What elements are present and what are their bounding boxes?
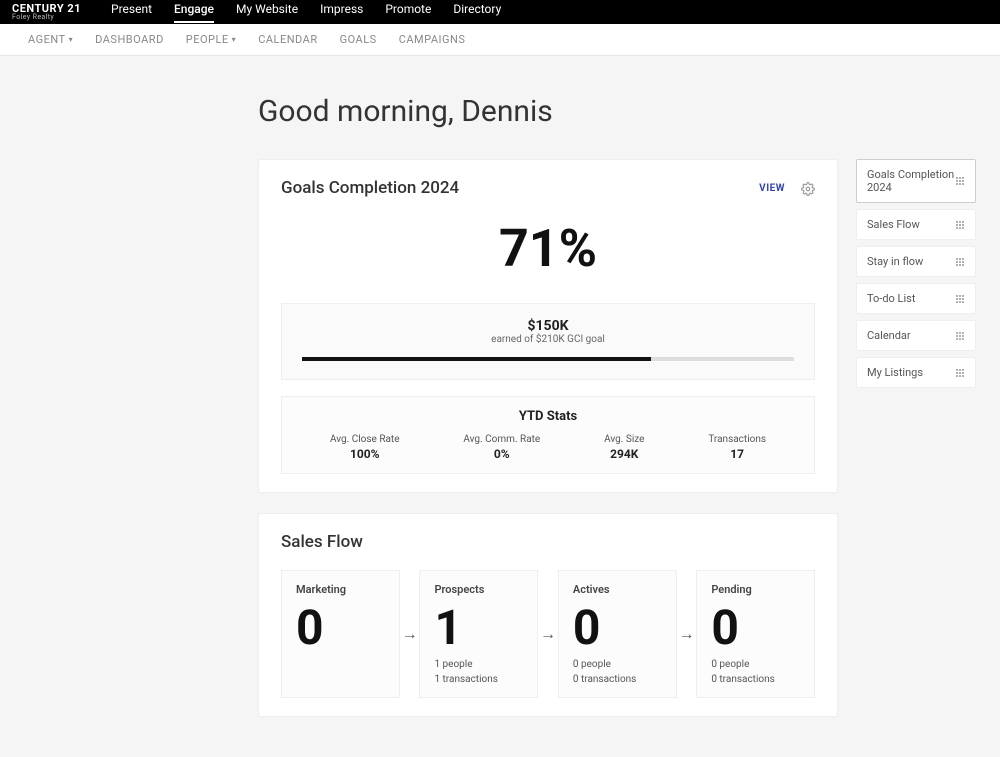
dashboard-layout: Goals Completion 2024 VIEW 71% $150K ear… xyxy=(0,159,1000,717)
view-button[interactable]: VIEW xyxy=(759,183,785,194)
sales-flow-title: Sales Flow xyxy=(281,532,815,552)
main-column: Goals Completion 2024 VIEW 71% $150K ear… xyxy=(258,159,838,717)
sidebar-item-label: Stay in flow xyxy=(867,255,923,268)
drag-handle-icon[interactable] xyxy=(955,331,965,341)
sidebar-item-label: Goals Completion 2024 xyxy=(867,168,955,194)
flow-prospects-sub1: 1 people xyxy=(434,659,523,670)
nav-engage[interactable]: Engage xyxy=(174,2,214,23)
drag-handle-icon[interactable] xyxy=(955,368,965,378)
ytd-close-rate: Avg. Close Rate 100% xyxy=(330,434,400,461)
subnav-people-label: PEOPLE xyxy=(186,33,229,46)
flow-prospects-label: Prospects xyxy=(434,583,523,596)
nav-impress[interactable]: Impress xyxy=(320,2,363,23)
flow-pending-label: Pending xyxy=(711,583,800,596)
ytd-comm-rate: Avg. Comm. Rate 0% xyxy=(463,434,540,461)
flow-marketing-value: 0 xyxy=(296,602,385,655)
goals-completion-card: Goals Completion 2024 VIEW 71% $150K ear… xyxy=(258,159,838,493)
gear-icon[interactable] xyxy=(801,181,815,195)
goals-card-actions: VIEW xyxy=(759,181,815,195)
flow-prospects-sub2: 1 transactions xyxy=(434,674,523,685)
sidebar-item-label: Calendar xyxy=(867,329,911,342)
page: Good morning, Dennis Goals Completion 20… xyxy=(0,56,1000,757)
drag-handle-icon[interactable] xyxy=(955,176,965,186)
subnav-agent[interactable]: AGENT▾ xyxy=(28,33,73,46)
arrow-right-icon: → xyxy=(400,570,420,698)
subnav-people[interactable]: PEOPLE▾ xyxy=(186,33,236,46)
flow-pending-sub2: 0 transactions xyxy=(711,674,800,685)
flow-marketing-label: Marketing xyxy=(296,583,385,596)
ytd-avg-size-label: Avg. Size xyxy=(604,434,644,445)
flow-prospects[interactable]: Prospects 1 1 people 1 transactions xyxy=(419,570,538,698)
subnav-goals[interactable]: GOALS xyxy=(340,33,377,46)
progress-bar xyxy=(302,357,794,361)
ytd-avg-size-value: 294K xyxy=(604,447,644,461)
sidebar-item-todo[interactable]: To-do List xyxy=(856,283,976,314)
subnav-agent-label: AGENT xyxy=(28,33,66,46)
subnav-calendar[interactable]: CALENDAR xyxy=(258,33,317,46)
goals-card-title: Goals Completion 2024 xyxy=(281,178,459,198)
nav-directory[interactable]: Directory xyxy=(453,2,501,23)
sidebar-item-mylistings[interactable]: My Listings xyxy=(856,357,976,388)
chevron-down-icon: ▾ xyxy=(69,35,74,44)
ytd-comm-rate-value: 0% xyxy=(463,447,540,461)
nav-mywebsite[interactable]: My Website xyxy=(236,2,298,23)
drag-handle-icon[interactable] xyxy=(955,294,965,304)
arrow-right-icon: → xyxy=(538,570,558,698)
goals-percent: 71% xyxy=(281,218,815,279)
flow-actives-sub2: 0 transactions xyxy=(573,674,662,685)
arrow-right-icon: → xyxy=(677,570,697,698)
brand-logo: CENTURY 21 Foley Realty xyxy=(12,3,81,21)
ytd-avg-size: Avg. Size 294K xyxy=(604,434,644,461)
sidebar-item-salesflow[interactable]: Sales Flow xyxy=(856,209,976,240)
sidebar-item-label: To-do List xyxy=(867,292,915,305)
goals-card-header: Goals Completion 2024 VIEW xyxy=(281,178,815,198)
subnav-campaigns[interactable]: CAMPAIGNS xyxy=(399,33,466,46)
sidebar-item-goals[interactable]: Goals Completion 2024 xyxy=(856,159,976,203)
sidebar-item-label: Sales Flow xyxy=(867,218,920,231)
page-title: Good morning, Dennis xyxy=(258,94,1000,129)
flow-actives-label: Actives xyxy=(573,583,662,596)
secondary-nav: AGENT▾ DASHBOARD PEOPLE▾ CALENDAR GOALS … xyxy=(0,24,1000,56)
ytd-transactions: Transactions 17 xyxy=(708,434,766,461)
ytd-title: YTD Stats xyxy=(298,409,798,424)
ytd-transactions-label: Transactions xyxy=(708,434,766,445)
ytd-grid: Avg. Close Rate 100% Avg. Comm. Rate 0% … xyxy=(298,434,798,461)
nav-present[interactable]: Present xyxy=(111,2,152,23)
earned-subtext: earned of $210K GCI goal xyxy=(302,334,794,345)
nav-promote[interactable]: Promote xyxy=(385,2,431,23)
sales-flow-grid: Marketing 0 → Prospects 1 1 people 1 tra… xyxy=(281,570,815,698)
brand-sub: Foley Realty xyxy=(12,14,81,21)
sidebar-item-stayinflow[interactable]: Stay in flow xyxy=(856,246,976,277)
drag-handle-icon[interactable] xyxy=(955,220,965,230)
flow-marketing[interactable]: Marketing 0 xyxy=(281,570,400,698)
primary-nav: Present Engage My Website Impress Promot… xyxy=(111,2,501,23)
widget-sidebar: Goals Completion 2024 Sales Flow Stay in… xyxy=(856,159,976,388)
ytd-close-rate-value: 100% xyxy=(330,447,400,461)
flow-actives-sub1: 0 people xyxy=(573,659,662,670)
goals-progress-box: $150K earned of $210K GCI goal xyxy=(281,303,815,380)
flow-actives[interactable]: Actives 0 0 people 0 transactions xyxy=(558,570,677,698)
ytd-close-rate-label: Avg. Close Rate xyxy=(330,434,400,445)
flow-pending-value: 0 xyxy=(711,602,800,655)
sidebar-item-calendar[interactable]: Calendar xyxy=(856,320,976,351)
flow-prospects-value: 1 xyxy=(434,602,523,655)
subnav-dashboard[interactable]: DASHBOARD xyxy=(95,33,164,46)
ytd-stats-box: YTD Stats Avg. Close Rate 100% Avg. Comm… xyxy=(281,396,815,474)
flow-actives-value: 0 xyxy=(573,602,662,655)
flow-pending-sub1: 0 people xyxy=(711,659,800,670)
drag-handle-icon[interactable] xyxy=(955,257,965,267)
chevron-down-icon: ▾ xyxy=(232,35,237,44)
ytd-comm-rate-label: Avg. Comm. Rate xyxy=(463,434,540,445)
top-navbar: CENTURY 21 Foley Realty Present Engage M… xyxy=(0,0,1000,24)
earned-amount: $150K xyxy=(302,318,794,334)
sidebar-item-label: My Listings xyxy=(867,366,923,379)
progress-bar-fill xyxy=(302,357,651,361)
sales-flow-card: Sales Flow Marketing 0 → Prospects 1 1 p… xyxy=(258,513,838,717)
ytd-transactions-value: 17 xyxy=(708,447,766,461)
flow-pending[interactable]: Pending 0 0 people 0 transactions xyxy=(696,570,815,698)
